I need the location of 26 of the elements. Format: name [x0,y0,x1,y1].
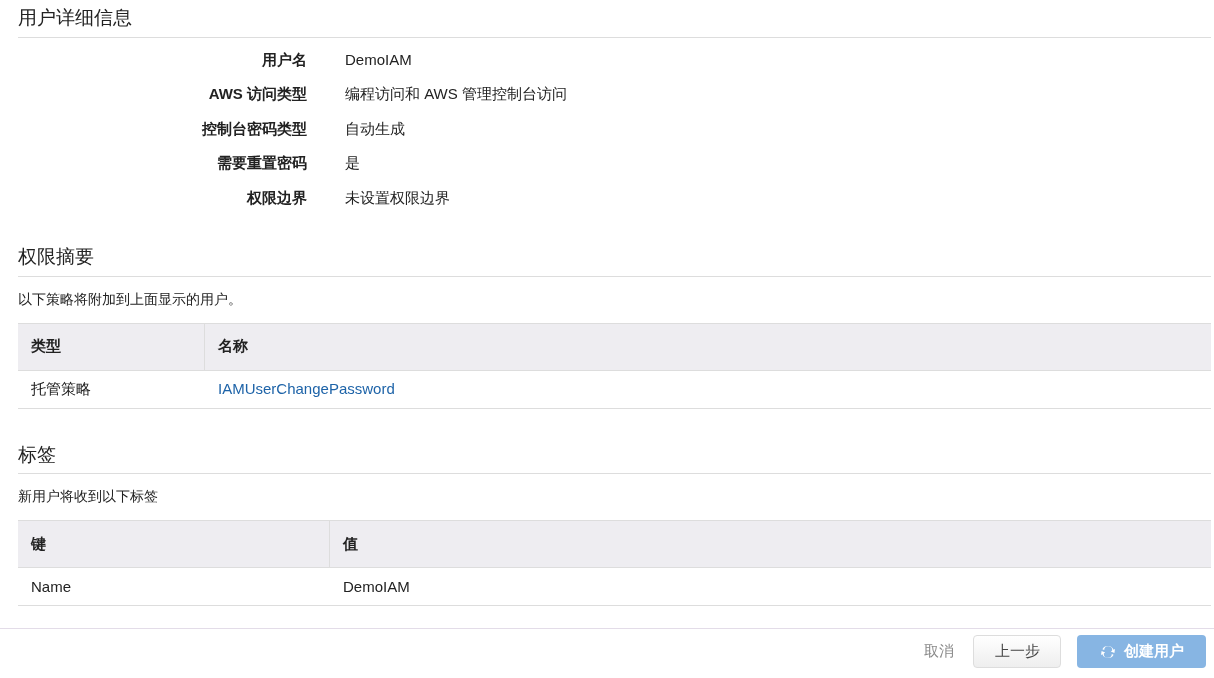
field-label: 需要重置密码 [216,153,307,173]
column-header: 名称 [217,336,249,357]
field-value: 是 [345,153,360,173]
cancel-button[interactable]: 取消 [921,640,957,663]
section-heading: 标签 [18,436,1211,474]
field-value: DemoIAM [345,49,412,70]
field-label: AWS 访问类型 [207,84,307,104]
field-label: 权限边界 [245,187,307,208]
table-cell: Name [31,577,71,595]
field-value: 自动生成 [345,118,405,139]
field-label: 用户名 [261,49,307,70]
description-text: 以下策略将附加到上面显示的用户。 [18,289,243,309]
description-text: 新用户将收到以下标签 [18,487,159,506]
section-heading: 权限摘要 [18,239,1211,277]
table-cell: 托管策略 [31,380,91,397]
section-heading: 用户详细信息 [18,0,1211,38]
back-button[interactable]: 上一步 [973,635,1061,668]
field-value: 未设置权限边界 [345,187,450,208]
column-header: 类型 [18,323,205,370]
field-label: 控制台密码类型 [201,118,307,139]
policy-link[interactable]: IAMUserChangePassword [218,380,395,397]
field-value: 编程访问和 AWS 管理控制台访问 [345,84,567,104]
refresh-icon [1099,643,1116,660]
column-header: 键 [18,521,330,567]
table-cell: DemoIAM [343,577,410,595]
column-header: 值 [341,533,359,554]
